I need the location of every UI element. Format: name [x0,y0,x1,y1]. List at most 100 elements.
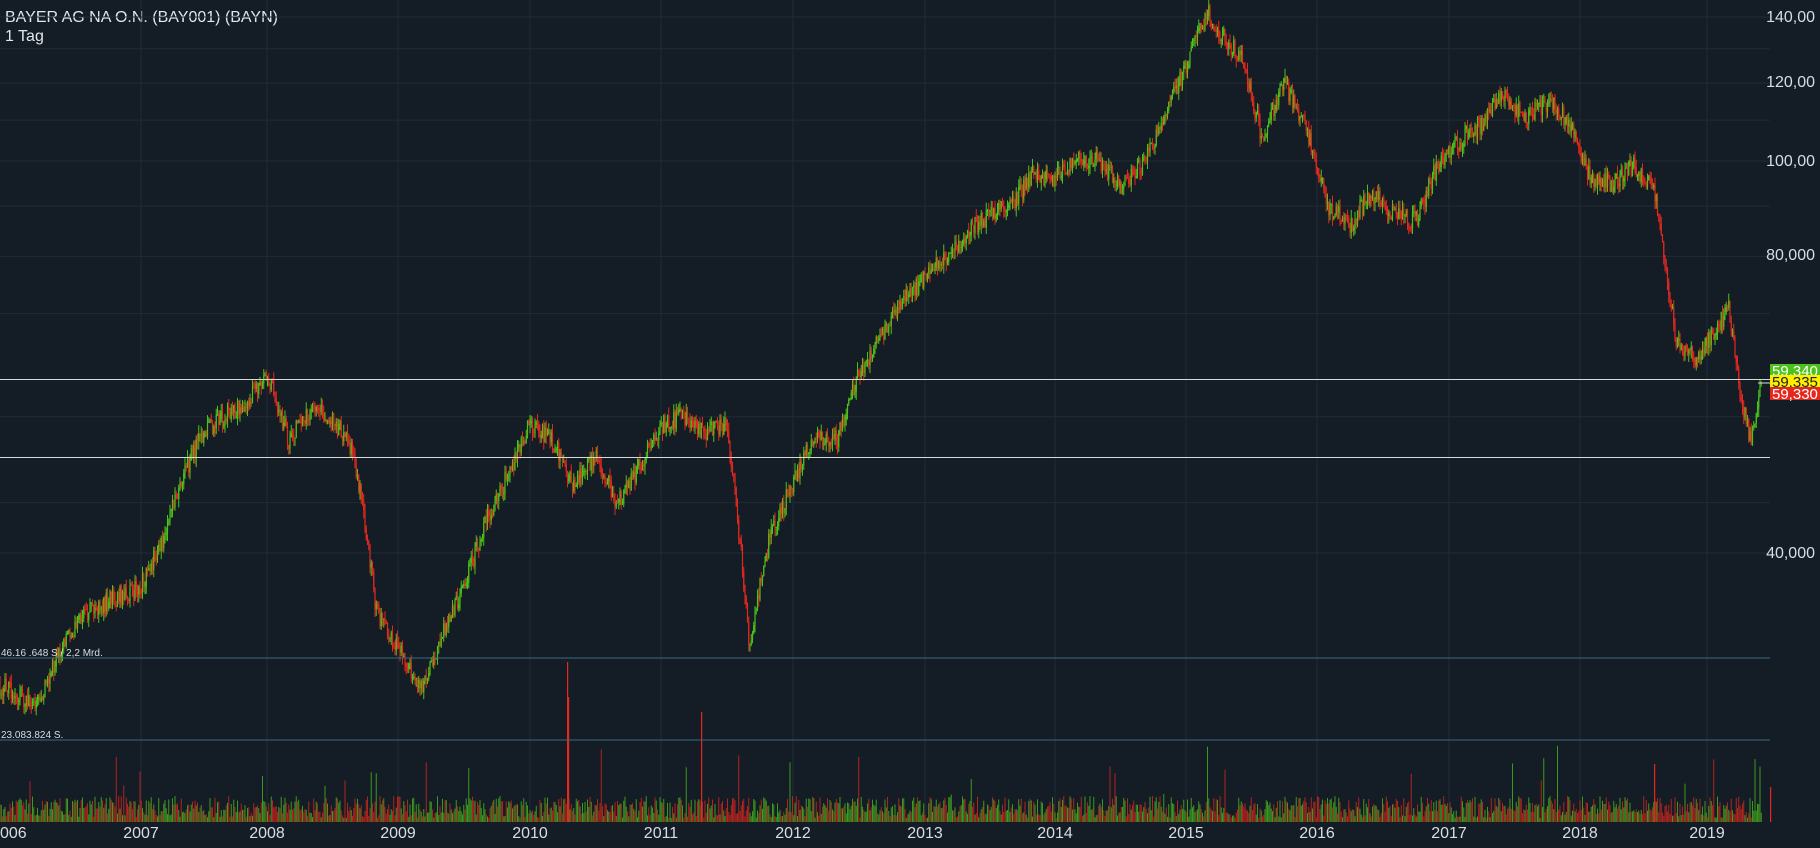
candle-body [1043,173,1045,186]
volume-bar [424,816,426,822]
volume-bar [1733,813,1735,822]
volume-bar [514,805,516,822]
volume-bar [632,803,633,822]
volume-bar [1469,799,1471,822]
volume-bar [1005,810,1007,822]
volume-bar [775,817,777,822]
candle-body [484,517,486,523]
volume-bar [413,797,415,822]
volume-bar [1747,817,1748,822]
candle-body [1308,128,1310,145]
candle-body [80,614,82,622]
candle-body [245,406,247,408]
volume-bar [1588,812,1590,822]
volume-bar [754,800,756,822]
candle-body [438,641,440,646]
volume-bar [335,797,337,822]
volume-bar [164,800,166,822]
volume-bar [512,808,513,822]
candle-body [1040,176,1042,183]
candle-body [269,385,271,390]
volume-bar [1135,804,1137,822]
candle-body [1621,168,1624,182]
volume-bar [1647,810,1648,822]
volume-bar [140,800,142,822]
candle-body [1391,205,1394,220]
candle-body [1504,90,1506,102]
volume-bar [1732,810,1733,822]
volume-bar [175,804,177,822]
volume-bar [1662,812,1663,822]
candle-body [68,630,70,634]
volume-bar [648,807,650,822]
volume-bar [1020,798,1022,822]
candle-body [1553,97,1555,110]
volume-bar [1675,812,1677,822]
candle-body [1245,68,1247,71]
volume-bar [979,812,981,822]
candle-body [1088,165,1090,169]
candle-body [1665,266,1667,268]
volume-bar [238,812,240,822]
candle-body [1000,201,1002,209]
candle-body [891,310,894,316]
candle-body [1691,346,1694,358]
volume-bar [1548,797,1550,822]
volume-bar [210,807,212,822]
candle-body [550,432,552,443]
candle-body [236,400,239,418]
candle-body [343,432,345,442]
candle-body [418,680,420,689]
price-chart[interactable]: 46.16 .648 S / 2,2 Mrd.23.083.824 S.140,… [0,0,1820,848]
volume-bar [473,800,475,822]
volume-bar [1053,803,1055,822]
volume-bar [1674,797,1676,822]
volume-bar [1734,814,1736,822]
candle-body [703,427,705,432]
volume-bar [1583,807,1585,822]
volume-bar [1424,811,1426,822]
candle-body [950,252,952,254]
candle-body [115,606,117,608]
volume-bar [428,812,430,822]
volume-bar [1663,815,1665,822]
volume-bar [149,803,151,822]
volume-bar [1377,809,1378,822]
candle-body [638,459,640,466]
candle-body [1415,211,1417,216]
volume-bar [340,810,342,822]
candle-body [581,472,584,479]
candle-body [113,589,115,601]
volume-bar [273,807,275,822]
candle-body [30,705,32,707]
candle-body [639,459,641,468]
candle-body [1090,156,1092,158]
candle-body [1191,40,1194,47]
candle-body [1098,158,1100,162]
candle-body [313,406,315,408]
candle-body [248,401,250,406]
volume-bar [1340,811,1342,822]
candle-body [1289,93,1291,102]
candle-body [545,427,547,436]
volume-bar [445,800,447,822]
volume-bar [724,816,726,822]
candle-body [1408,223,1410,228]
candle-body [26,696,29,707]
volume-bar [984,814,986,822]
volume-bar [1445,805,1447,822]
volume-bar [438,815,440,822]
candle-body [1591,174,1594,178]
volume-bar [1138,811,1140,822]
candle-body [911,287,914,296]
candle-body [598,459,600,463]
candle-body [1424,202,1426,207]
candle-body [74,621,76,638]
volume-bar [1573,803,1575,822]
volume-bar [1584,814,1586,822]
volume-bar [1385,796,1387,822]
volume-bar [895,815,897,822]
candle-body [1616,174,1619,184]
volume-bar [1705,812,1707,822]
volume-bar [1580,809,1582,822]
